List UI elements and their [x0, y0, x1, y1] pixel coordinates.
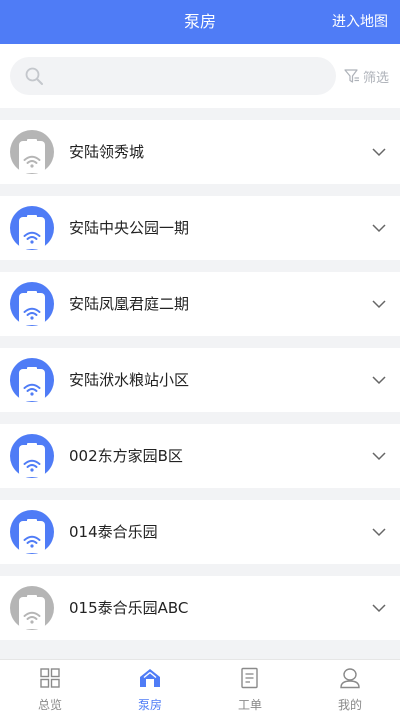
search-input[interactable] — [54, 57, 324, 95]
tab-home[interactable]: 泵房 — [100, 660, 200, 711]
station-name: 002东方家园B区 — [69, 447, 183, 465]
filter-label: 筛选 — [363, 70, 390, 86]
top-nav-bar: 泵房 进入地图 — [0, 0, 400, 44]
list-item[interactable]: 014泰合乐园 — [0, 500, 400, 564]
chevron-down-icon[interactable] — [372, 602, 386, 614]
station-name: 015泰合乐园ABC — [69, 599, 189, 617]
tab-label: 泵房 — [137, 698, 162, 711]
search-box[interactable] — [10, 57, 336, 95]
chevron-down-icon[interactable] — [372, 222, 386, 234]
wifi-device-icon — [10, 586, 54, 630]
station-name: 安陆凤凰君庭二期 — [69, 295, 190, 313]
tab-grid[interactable]: 总览 — [0, 660, 100, 711]
wifi-device-icon — [10, 434, 54, 478]
tab-label: 我的 — [337, 698, 362, 711]
chevron-down-icon[interactable] — [372, 374, 386, 386]
station-name: 安陆中央公园一期 — [69, 219, 190, 237]
list-item[interactable]: 015泰合乐园ABC — [0, 576, 400, 640]
search-icon — [25, 67, 43, 85]
filter-icon — [344, 69, 359, 83]
list-item[interactable]: 安陆领秀城 — [0, 120, 400, 184]
grid-icon — [40, 668, 60, 688]
bottom-tab-bar: 总览 泵房 工单 我的 — [0, 659, 400, 711]
tab-user[interactable]: 我的 — [300, 660, 400, 711]
search-bar: 筛选 — [0, 44, 400, 108]
list-item[interactable]: 002东方家园B区 — [0, 424, 400, 488]
list-item[interactable]: 安陆洑水粮站小区 — [0, 348, 400, 412]
user-icon — [340, 668, 360, 689]
station-name: 安陆领秀城 — [69, 143, 145, 161]
chevron-down-icon[interactable] — [372, 450, 386, 462]
tab-document[interactable]: 工单 — [200, 660, 300, 711]
wifi-device-icon — [10, 206, 54, 250]
list-item[interactable]: 安陆凤凰君庭二期 — [0, 272, 400, 336]
chevron-down-icon[interactable] — [372, 526, 386, 538]
wifi-device-icon — [10, 358, 54, 402]
filter-button[interactable]: 筛选 — [344, 67, 390, 86]
chevron-down-icon[interactable] — [372, 146, 386, 158]
tab-label: 工单 — [237, 698, 262, 711]
list-item[interactable]: 安陆中央公园一期 — [0, 196, 400, 260]
station-name: 安陆洑水粮站小区 — [69, 371, 190, 389]
station-name: 014泰合乐园 — [69, 523, 158, 541]
tab-label: 总览 — [37, 698, 62, 711]
wifi-device-icon — [10, 510, 54, 554]
home-icon — [140, 669, 160, 687]
enter-map-link[interactable]: 进入地图 — [332, 0, 388, 44]
chevron-down-icon[interactable] — [372, 298, 386, 310]
wifi-device-icon — [10, 282, 54, 326]
document-icon — [241, 667, 258, 689]
wifi-device-icon — [10, 130, 54, 174]
